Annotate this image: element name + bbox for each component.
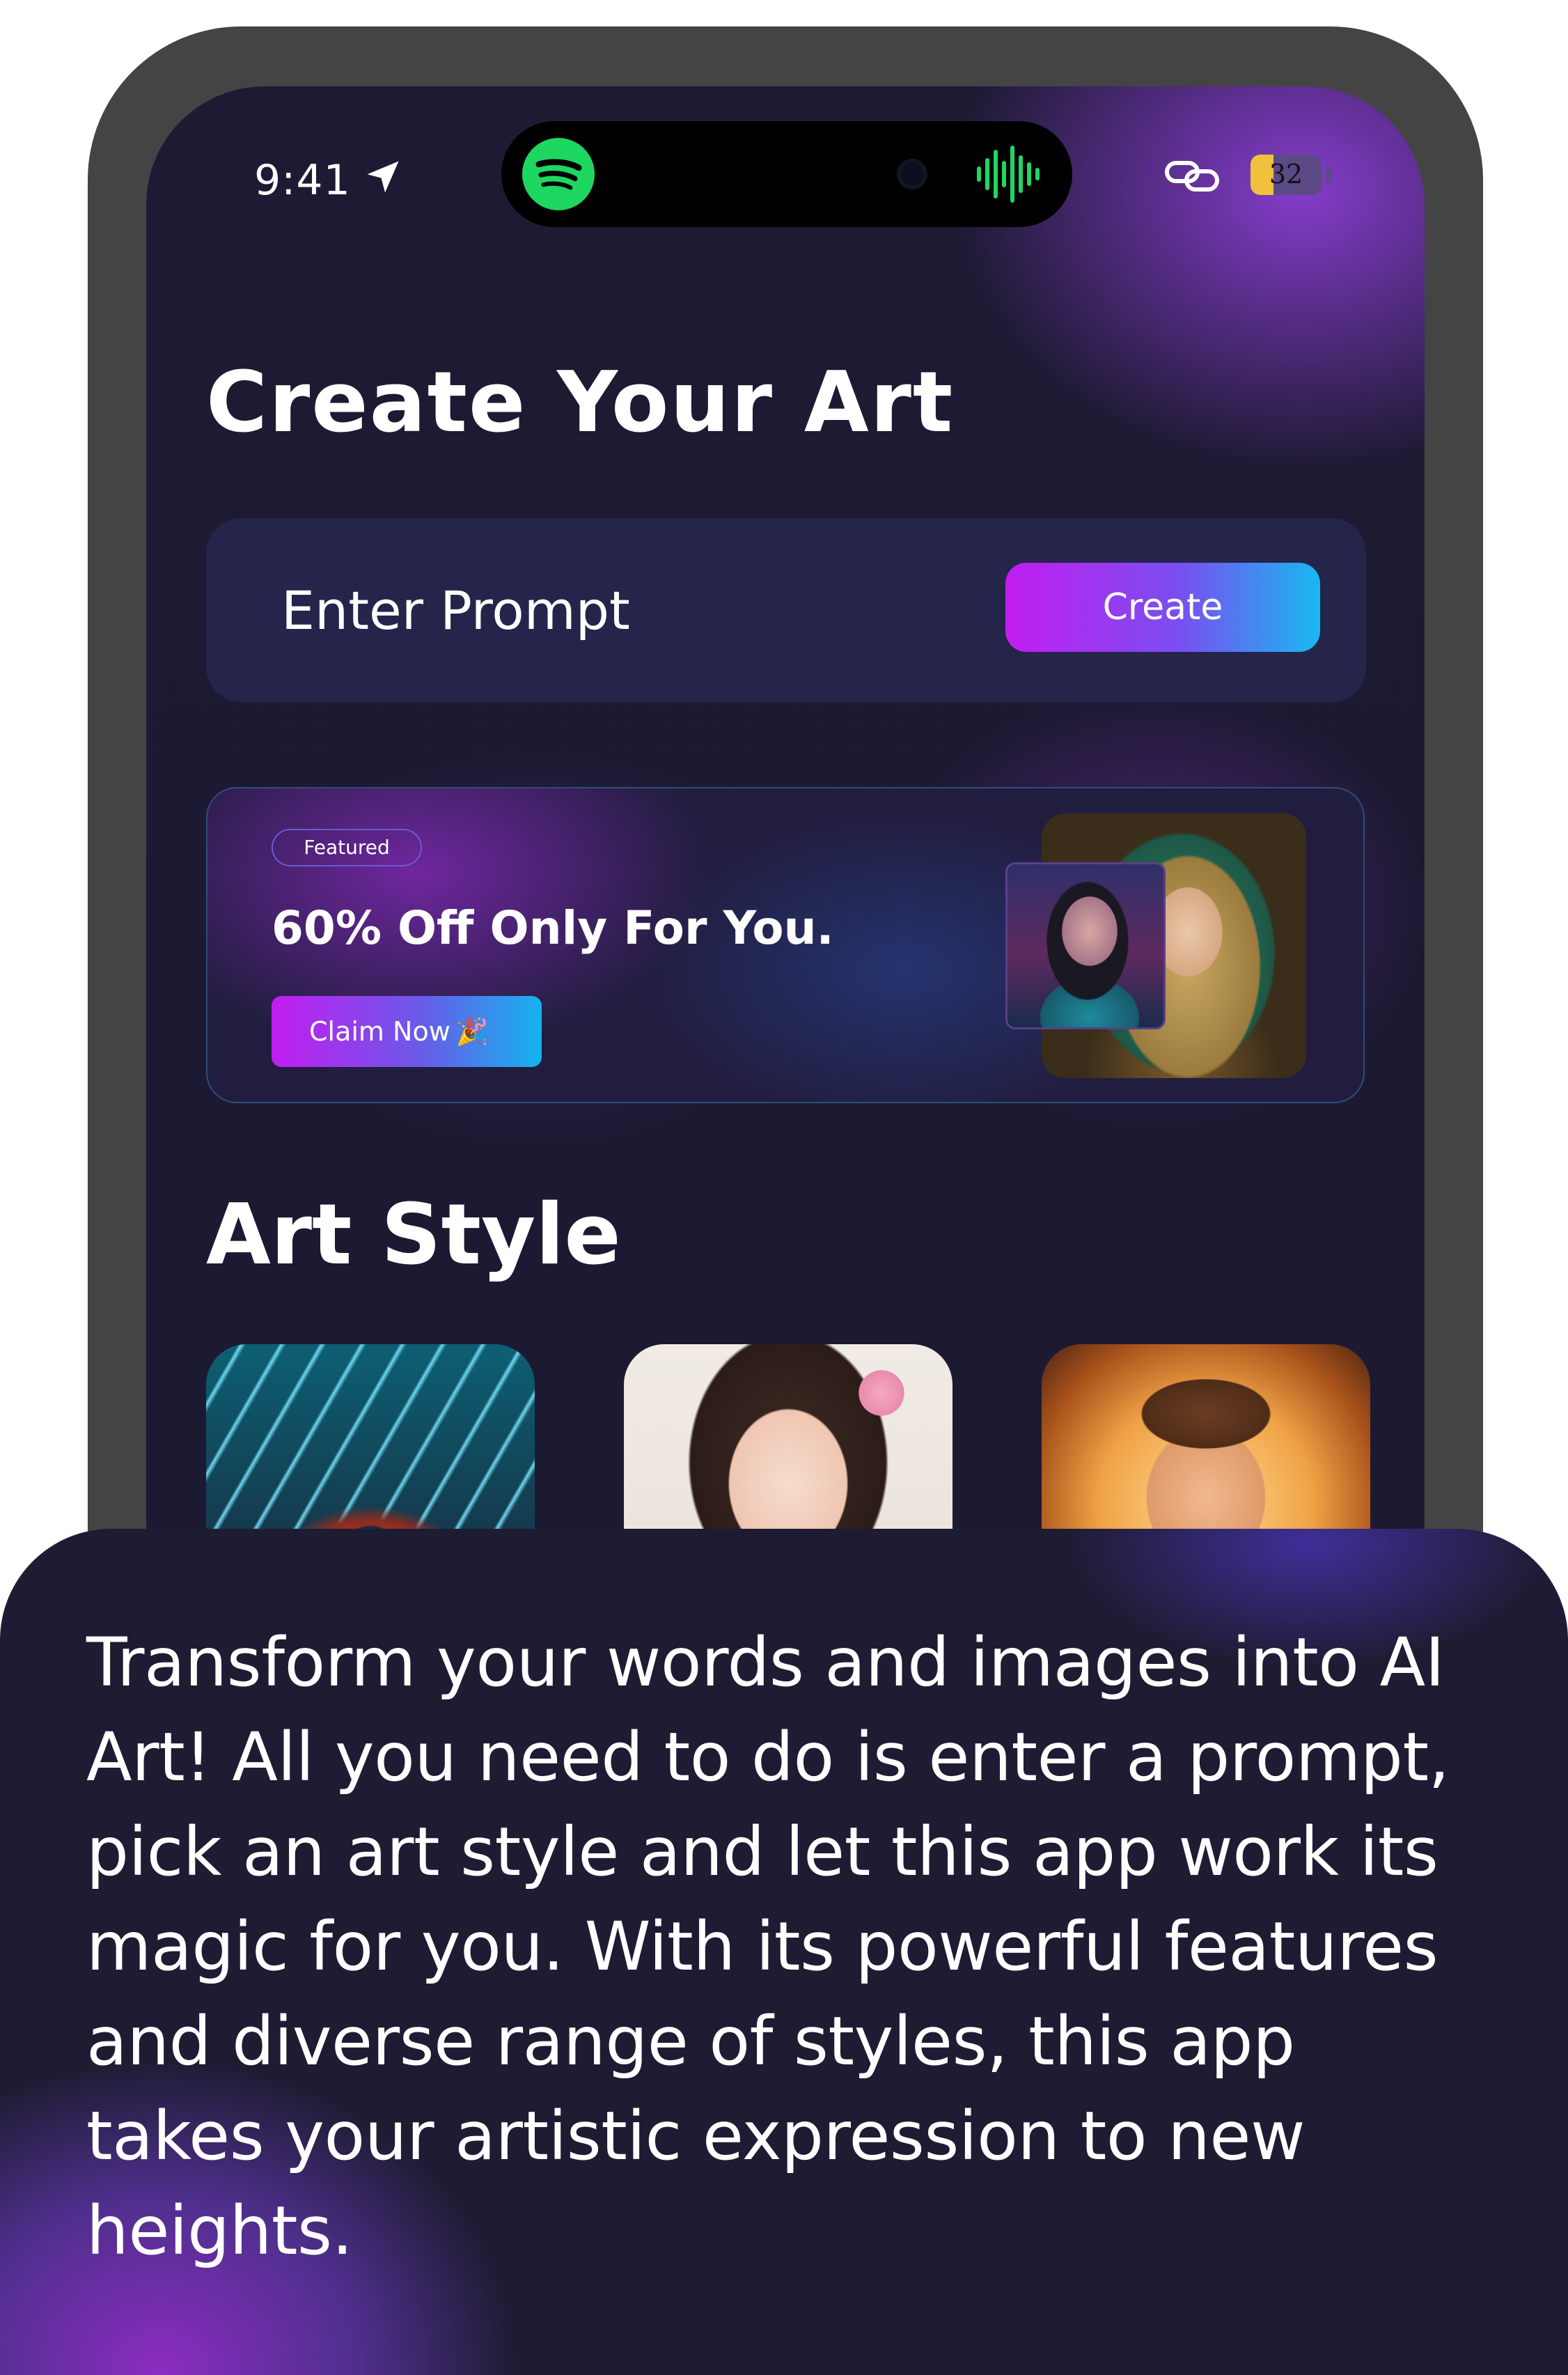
create-button[interactable]: Create: [1005, 563, 1320, 652]
battery-label: 32: [1269, 159, 1303, 189]
description-text: Transform your words and images into AI …: [86, 1623, 1450, 2270]
location-arrow-icon: [367, 161, 399, 193]
prompt-input[interactable]: [281, 567, 908, 653]
featured-badge: Featured: [272, 829, 422, 866]
page-title: Create Your Art: [206, 355, 955, 451]
link-icon: [1165, 161, 1219, 192]
promo-banner[interactable]: Featured 60% Off Only For You. Claim Now…: [206, 787, 1365, 1103]
art-style-title: Art Style: [206, 1187, 621, 1284]
cyberpunk-artwork-image: [1005, 862, 1166, 1029]
front-camera: [897, 159, 927, 189]
party-popper-icon: 🎉: [455, 1015, 489, 1047]
claim-now-label: Claim Now: [309, 1015, 450, 1047]
waveform-icon: [977, 146, 1040, 203]
claim-now-button[interactable]: Claim Now 🎉: [272, 996, 542, 1067]
dynamic-island: [501, 121, 1072, 227]
status-time: 9:41: [254, 156, 351, 205]
battery-nub: [1326, 167, 1331, 182]
battery-icon: 32: [1251, 155, 1322, 195]
spotify-icon[interactable]: [522, 138, 595, 210]
description-panel: Transform your words and images into AI …: [0, 1529, 1568, 2375]
app-screen: 9:41 32 Create Your Art Enter Prompt Cre…: [146, 86, 1425, 1646]
prompt-card: Create: [206, 518, 1366, 702]
promo-title: 60% Off Only For You.: [272, 901, 834, 955]
